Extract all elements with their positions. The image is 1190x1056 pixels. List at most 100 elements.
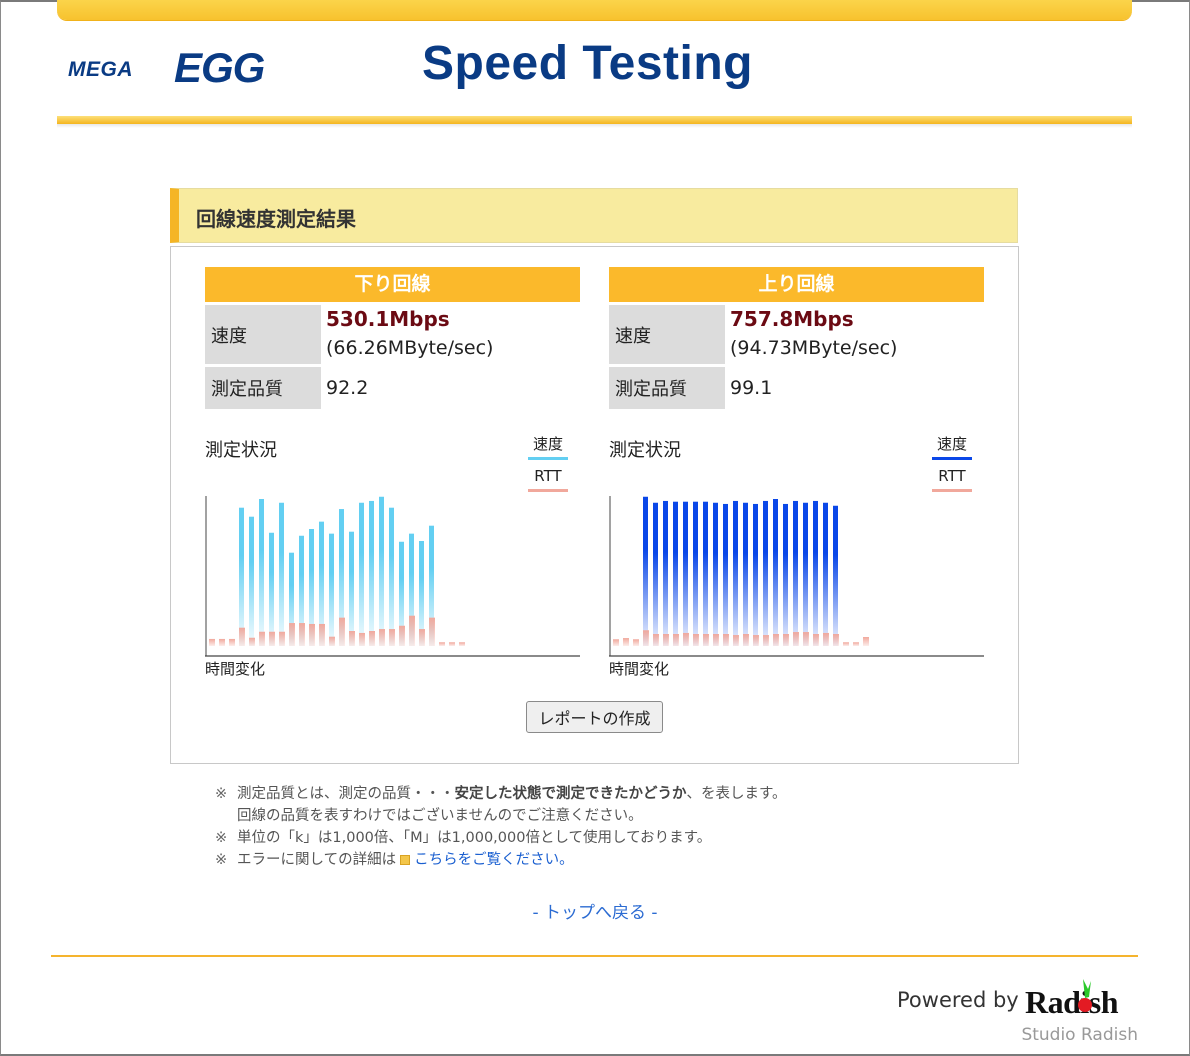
note-mark: ※ xyxy=(215,830,228,846)
radish-logo: Radish xyxy=(1025,979,1119,1020)
upload-rtt-bar xyxy=(793,632,799,646)
logo-egg-text: EGG xyxy=(174,44,265,88)
legend-item-speed: 速度 xyxy=(932,434,972,466)
download-rtt-bar xyxy=(309,623,315,646)
top-accent-bar xyxy=(57,0,1132,20)
upload-rtt-bar xyxy=(853,642,859,646)
upload-speed-bar xyxy=(823,502,828,646)
upload-speed-bar xyxy=(763,500,768,646)
download-chart-xlabel: 時間変化 xyxy=(205,660,266,678)
header-divider xyxy=(57,116,1132,124)
error-details-link[interactable]: こちらをご覧ください。 xyxy=(414,852,574,868)
download-rtt-bar xyxy=(339,617,345,646)
upload-chart-title: 測定状況 xyxy=(609,440,681,461)
upload-rtt-bar xyxy=(833,634,839,646)
upload-rtt-bar xyxy=(803,632,809,646)
upload-quality-row: 測定品質 99.1 xyxy=(609,367,984,409)
upload-rtt-bar xyxy=(623,638,629,646)
upload-rtt-bar xyxy=(863,637,869,646)
upload-mbps: 757.8Mbps xyxy=(730,307,854,331)
download-rtt-bar xyxy=(369,631,375,646)
upload-quality-label: 測定品質 xyxy=(609,367,725,409)
download-rtt-bar xyxy=(329,636,335,646)
upload-rtt-bar xyxy=(653,634,659,646)
external-link-icon xyxy=(400,855,411,865)
upload-speed-bar xyxy=(693,501,698,646)
upload-speed-row: 速度 757.8Mbps (94.73MByte/sec) xyxy=(609,305,984,364)
download-speed-bar xyxy=(269,532,274,646)
download-rtt-bar xyxy=(389,629,395,646)
download-rtt-bar xyxy=(319,623,325,646)
download-rtt-bar xyxy=(239,627,245,646)
download-speed-bar xyxy=(349,531,354,646)
upload-speed-bar xyxy=(743,502,748,646)
radish-logo-text: Radish xyxy=(1025,984,1119,1020)
download-chart-legend: 速度 RTT xyxy=(528,434,568,498)
download-rtt-bar xyxy=(229,638,235,646)
header-divider-shadow xyxy=(57,124,1132,128)
upload-rtt-bar xyxy=(733,635,739,646)
back-to-top-link[interactable]: - トップへ戻る - xyxy=(532,903,657,923)
note-quality-text-a: 測定品質とは、測定の品質・・・ xyxy=(237,786,455,802)
download-speed-value: 530.1Mbps (66.26MByte/sec) xyxy=(321,305,493,364)
download-speed-bar xyxy=(239,507,244,646)
note-quality-line2: 回線の品質を表すわけではございませんのでご注意ください。 xyxy=(215,805,787,827)
create-report-button[interactable]: レポートの作成 xyxy=(526,701,663,733)
upload-speed-bar xyxy=(683,501,688,646)
upload-speed-bar xyxy=(723,503,728,646)
upload-rtt-bar xyxy=(713,634,719,646)
upload-speed-value: 757.8Mbps (94.73MByte/sec) xyxy=(725,305,897,364)
download-speed-bar xyxy=(369,500,374,646)
note-units-text: 単位の「k」は1,000倍、「M」は1,000,000倍として使用しております。 xyxy=(237,830,712,846)
download-quality-label: 測定品質 xyxy=(205,367,321,409)
download-speed-bar xyxy=(259,499,264,646)
upload-heading: 上り回線 xyxy=(609,267,984,302)
upload-speed-bar xyxy=(703,501,708,646)
download-heading: 下り回線 xyxy=(205,267,580,302)
download-speed-bar xyxy=(359,502,364,646)
upload-speed-bar xyxy=(753,503,758,646)
download-rtt-bar xyxy=(349,631,355,646)
download-rtt-bar xyxy=(269,631,275,646)
upload-rtt-bar xyxy=(723,634,729,646)
upload-rtt-bar xyxy=(783,634,789,646)
section-title: 回線速度測定結果 xyxy=(196,207,356,231)
note-units: ※ 単位の「k」は1,000倍、「M」は1,000,000倍として使用しておりま… xyxy=(215,827,787,849)
upload-speed-bar xyxy=(783,503,788,646)
download-speed-row: 速度 530.1Mbps (66.26MByte/sec) xyxy=(205,305,580,364)
legend-swatch-speed xyxy=(528,457,568,460)
upload-speed-bar xyxy=(733,500,738,646)
download-rtt-bar xyxy=(259,631,265,646)
download-rtt-bar xyxy=(289,623,295,646)
upload-speed-bar xyxy=(833,505,838,646)
upload-rtt-bar xyxy=(813,634,819,646)
note-errors-text: エラーに関しての詳細は xyxy=(237,852,397,868)
download-rtt-bar xyxy=(209,638,215,646)
upload-rtt-bar xyxy=(763,635,769,646)
note-quality: ※ 測定品質とは、測定の品質・・・安定した状態で測定できたかどうか、を表します。 xyxy=(215,783,787,805)
upload-speed-bar xyxy=(653,502,658,646)
page-title: Speed Testing xyxy=(422,37,753,90)
logo-mega-text: MEGA xyxy=(68,58,133,81)
legend-swatch-speed xyxy=(932,457,972,460)
download-speed-bar xyxy=(279,502,284,646)
note-mark: ※ xyxy=(215,852,228,868)
footer-divider xyxy=(51,955,1138,957)
megaegg-logo: MEGA EGG xyxy=(68,44,266,88)
legend-label-speed: 速度 xyxy=(936,435,967,453)
note-mark: ※ xyxy=(215,786,228,802)
download-rtt-bar xyxy=(429,617,435,646)
download-quality-row: 測定品質 92.2 xyxy=(205,367,580,409)
section-header: 回線速度測定結果 xyxy=(170,188,1018,243)
note-quality-text-b: 、を表します。 xyxy=(686,786,787,802)
download-rtt-bar xyxy=(399,625,405,646)
download-speed-bar xyxy=(329,533,334,646)
note-quality-text-line2: 回線の品質を表すわけではございませんのでご注意ください。 xyxy=(237,808,643,824)
notes: ※ 測定品質とは、測定の品質・・・安定した状態で測定できたかどうか、を表します。… xyxy=(215,783,787,871)
legend-label-rtt: RTT xyxy=(938,467,966,485)
download-rtt-bar xyxy=(299,623,305,646)
upload-chart-legend: 速度 RTT xyxy=(932,434,972,498)
download-speed-bar xyxy=(389,507,394,646)
upload-quality-value: 99.1 xyxy=(730,377,773,399)
upload-rtt-bar xyxy=(663,634,669,646)
